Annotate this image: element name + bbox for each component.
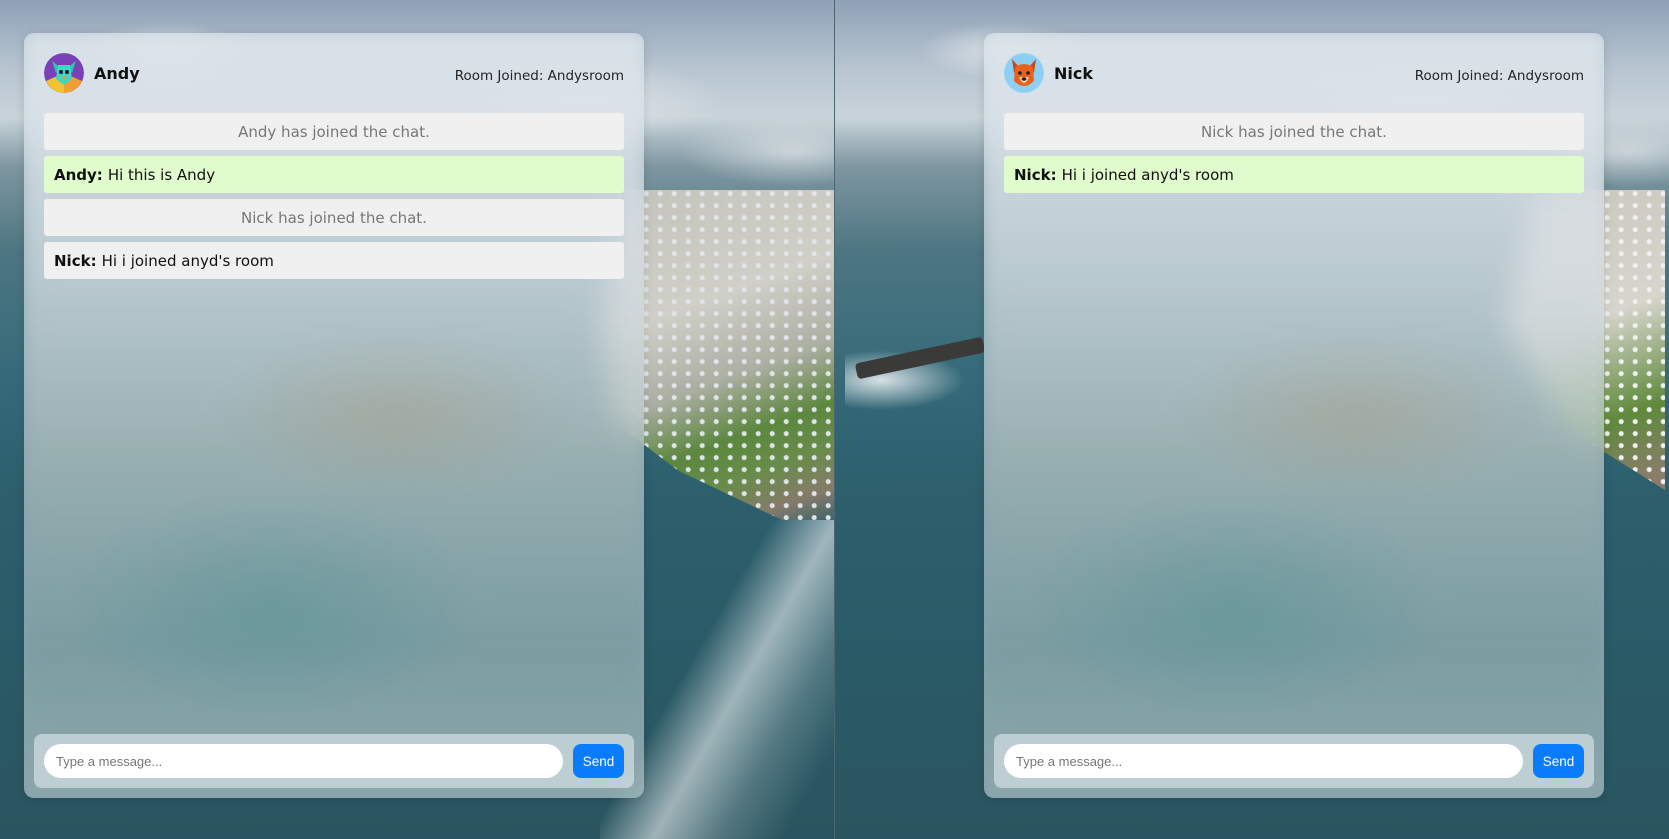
room-joined-label: Room Joined: Andysroom bbox=[1414, 68, 1584, 84]
room-joined-label: Room Joined: Andysroom bbox=[454, 68, 624, 84]
chat-header: Nick Room Joined: Andysroom bbox=[1004, 53, 1584, 93]
message-text: Hi i joined anyd's room bbox=[101, 251, 274, 270]
chat-header: Andy Room Joined: Andysroom bbox=[44, 53, 624, 93]
message-sender: Andy: bbox=[54, 165, 103, 184]
chat-message: Andy: Hi this is Andy bbox=[44, 156, 624, 193]
user-info: Andy bbox=[44, 53, 140, 93]
message-input[interactable] bbox=[44, 744, 563, 778]
message-list: Andy has joined the chat. Andy: Hi this … bbox=[44, 113, 624, 279]
system-message: Nick has joined the chat. bbox=[44, 199, 624, 236]
bird-avatar-icon bbox=[44, 53, 84, 93]
chat-panel: Nick Room Joined: Andysroom Nick has joi… bbox=[984, 33, 1604, 798]
message-composer: Send bbox=[994, 734, 1594, 788]
message-text: Hi i joined anyd's room bbox=[1061, 165, 1234, 184]
chat-panel: Andy Room Joined: Andysroom Andy has joi… bbox=[24, 33, 644, 798]
chat-message: Nick: Hi i joined anyd's room bbox=[44, 242, 624, 279]
system-message: Nick has joined the chat. bbox=[1004, 113, 1584, 150]
system-message-text: Nick has joined the chat. bbox=[241, 208, 427, 227]
send-button[interactable]: Send bbox=[1533, 744, 1584, 778]
message-sender: Nick: bbox=[54, 251, 97, 270]
username: Andy bbox=[94, 63, 140, 83]
system-message-text: Andy has joined the chat. bbox=[238, 122, 430, 141]
message-sender: Nick: bbox=[1014, 165, 1057, 184]
message-list: Nick has joined the chat. Nick: Hi i joi… bbox=[1004, 113, 1584, 193]
chat-window-andy: Andy Room Joined: Andysroom Andy has joi… bbox=[0, 0, 834, 839]
chat-window-nick: Nick Room Joined: Andysroom Nick has joi… bbox=[835, 0, 1669, 839]
send-button[interactable]: Send bbox=[573, 744, 624, 778]
message-text: Hi this is Andy bbox=[107, 165, 216, 184]
chat-message: Nick: Hi i joined anyd's room bbox=[1004, 156, 1584, 193]
username: Nick bbox=[1054, 63, 1093, 83]
user-info: Nick bbox=[1004, 53, 1093, 93]
system-message: Andy has joined the chat. bbox=[44, 113, 624, 150]
system-message-text: Nick has joined the chat. bbox=[1201, 122, 1387, 141]
dog-avatar-icon bbox=[1004, 53, 1044, 93]
message-composer: Send bbox=[34, 734, 634, 788]
message-input[interactable] bbox=[1004, 744, 1523, 778]
